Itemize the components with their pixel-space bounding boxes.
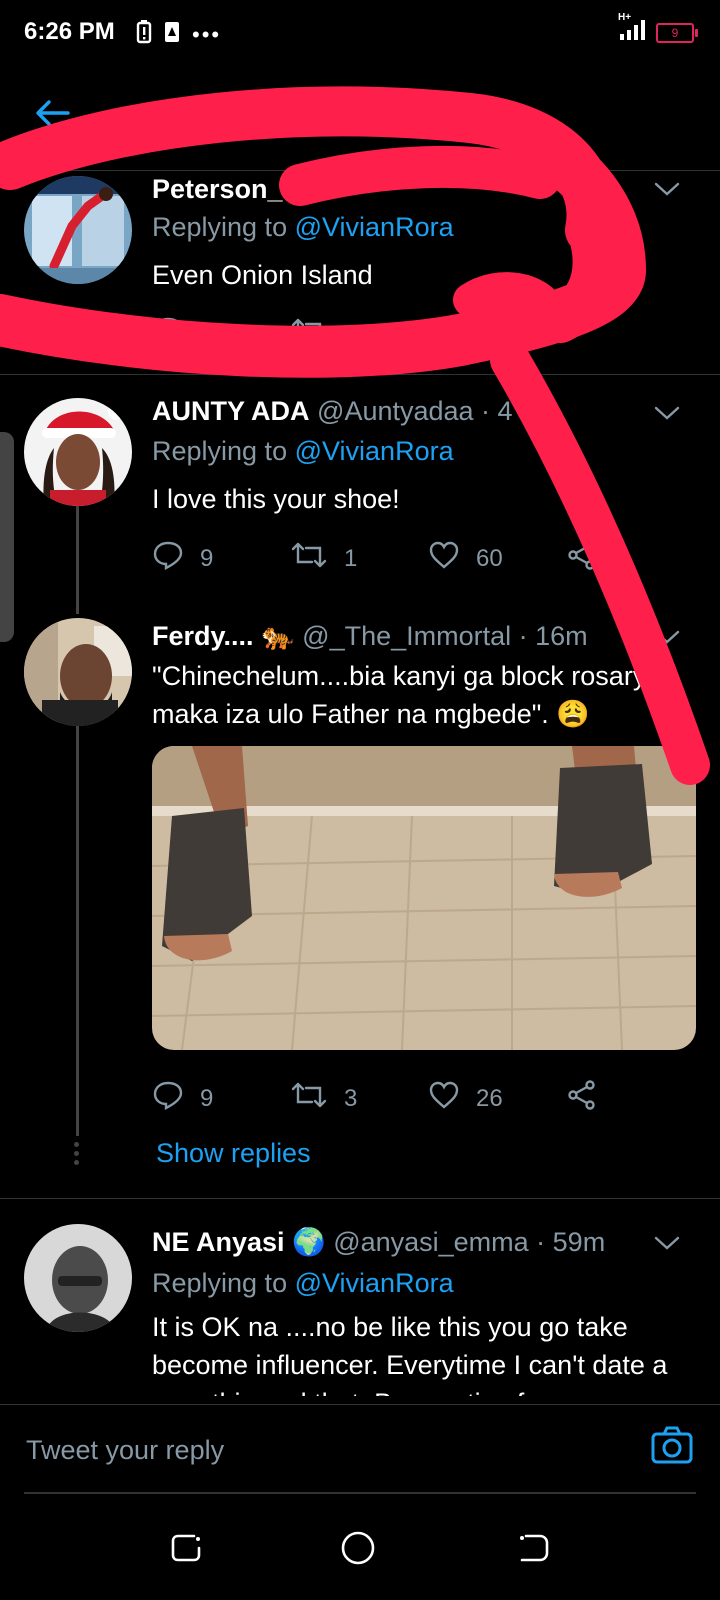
like-count: 60: [476, 544, 503, 572]
retweet-button[interactable]: 3: [290, 1080, 428, 1117]
battery-alert-icon: [136, 20, 152, 49]
show-replies-link[interactable]: Show replies: [156, 1138, 311, 1169]
back-nav-icon[interactable]: [516, 1530, 552, 1571]
like-button[interactable]: 60: [428, 540, 566, 577]
mention-link[interactable]: @VivianRora: [295, 212, 454, 242]
author-handle: @Auntyadaa · 4: [317, 396, 513, 426]
reply-bar: [0, 1404, 720, 1493]
retweet-button[interactable]: 1: [290, 540, 428, 577]
reply-button[interactable]: [152, 316, 290, 353]
author-handle: @anyasi_emma · 59m: [333, 1227, 606, 1257]
reply-icon: [152, 1080, 184, 1117]
retweet-count: 3: [344, 1084, 358, 1112]
thread-dots: [74, 1142, 80, 1165]
page-title: Tweet: [146, 98, 235, 134]
author-name: AUNTY ADA: [152, 396, 310, 426]
chevron-down-icon[interactable]: [654, 400, 680, 428]
heart-icon: [428, 540, 460, 577]
replying-prefix: Replying to: [152, 436, 288, 466]
share-icon: [566, 540, 598, 577]
tweet-text: "Chinechelum....bia kanyi ga block rosar…: [152, 661, 647, 729]
avatar[interactable]: [24, 618, 132, 726]
signal-icon: H+: [618, 12, 646, 47]
tweet-author: Peterson_i: [152, 174, 290, 205]
avatar[interactable]: [24, 1224, 132, 1332]
heart-icon: [428, 1080, 460, 1117]
retweet-icon: [290, 316, 328, 353]
retweet-count: 1: [344, 544, 358, 572]
reply-underline: [24, 1492, 696, 1494]
retweet-icon: [290, 540, 328, 577]
more-status-icon: •••: [192, 21, 222, 47]
share-button[interactable]: [566, 540, 704, 577]
recents-icon[interactable]: [168, 1530, 204, 1571]
storage-warning-icon: [164, 20, 180, 49]
reply-count: 9: [200, 544, 214, 572]
replying-prefix: Replying to: [152, 212, 288, 242]
tweet-header: Tweet: [0, 80, 720, 160]
tweet-text: It is OK na ....no be like this you go t…: [152, 1312, 668, 1400]
back-arrow-icon[interactable]: [34, 98, 70, 137]
avatar[interactable]: [24, 176, 132, 284]
tweet-actions: 9 1 60: [152, 540, 704, 577]
status-time: 6:26 PM: [24, 18, 115, 45]
replying-to: Replying to @VivianRora: [152, 436, 454, 467]
home-icon[interactable]: [340, 1530, 376, 1571]
reply-input[interactable]: [24, 1429, 588, 1471]
thread-line: [76, 726, 79, 1136]
retweet-button[interactable]: [290, 316, 428, 353]
reply-icon: [152, 540, 184, 577]
share-icon: [566, 1080, 598, 1117]
author-name: Peterson_i: [152, 174, 291, 204]
system-nav-bar: [0, 1510, 720, 1600]
mention-link[interactable]: @VivianRora: [295, 436, 454, 466]
reply-button[interactable]: 9: [152, 1080, 290, 1117]
tweet-actions: 9 3 26: [152, 1080, 704, 1117]
battery-icon: 9: [656, 22, 698, 43]
chevron-down-icon[interactable]: [654, 1230, 680, 1258]
chevron-down-icon[interactable]: [654, 624, 680, 652]
reply-icon: [152, 316, 184, 353]
reply-count: 9: [200, 1084, 214, 1112]
tweet-text: Even Onion Island: [152, 260, 373, 290]
tweet-photo[interactable]: [152, 746, 696, 1050]
like-button[interactable]: 26: [428, 1080, 566, 1117]
scroll-handle[interactable]: [0, 432, 14, 642]
tweet-author: NE Anyasi 🌍 @anyasi_emma · 59m: [152, 1226, 605, 1258]
share-button[interactable]: [566, 1080, 704, 1117]
status-right: H+ 9: [618, 12, 698, 47]
mention-link[interactable]: @VivianRora: [295, 1268, 454, 1298]
tweet-actions: [152, 316, 566, 353]
replying-to: Replying to @VivianRora: [152, 212, 454, 243]
heart-icon: [428, 316, 460, 353]
network-type-label: H+: [618, 12, 632, 23]
thread-line: [76, 506, 79, 614]
tweet-author: AUNTY ADA @Auntyadaa · 4: [152, 396, 513, 427]
status-notification-icons: •••: [136, 20, 221, 49]
author-name: NE Anyasi 🌍: [152, 1227, 326, 1257]
like-count: 26: [476, 1084, 503, 1112]
chevron-down-icon[interactable]: [654, 176, 680, 204]
like-button[interactable]: [428, 316, 566, 353]
tweet-author: Ferdy.... 🐅 @_The_Immortal · 16m: [152, 620, 588, 652]
replying-prefix: Replying to: [152, 1268, 288, 1298]
retweet-icon: [290, 1080, 328, 1117]
replying-to: Replying to @VivianRora: [152, 1268, 454, 1299]
divider: [0, 374, 720, 375]
status-bar: 6:26 PM ••• H+ 9: [0, 0, 720, 64]
author-handle: @_The_Immortal · 16m: [302, 621, 588, 651]
reply-button[interactable]: 9: [152, 540, 290, 577]
divider: [0, 170, 720, 171]
camera-icon[interactable]: [650, 1425, 694, 1470]
divider: [0, 1198, 720, 1199]
author-name: Ferdy.... 🐅: [152, 621, 295, 651]
avatar[interactable]: [24, 398, 132, 506]
tweet-text: I love this your shoe!: [152, 484, 400, 514]
